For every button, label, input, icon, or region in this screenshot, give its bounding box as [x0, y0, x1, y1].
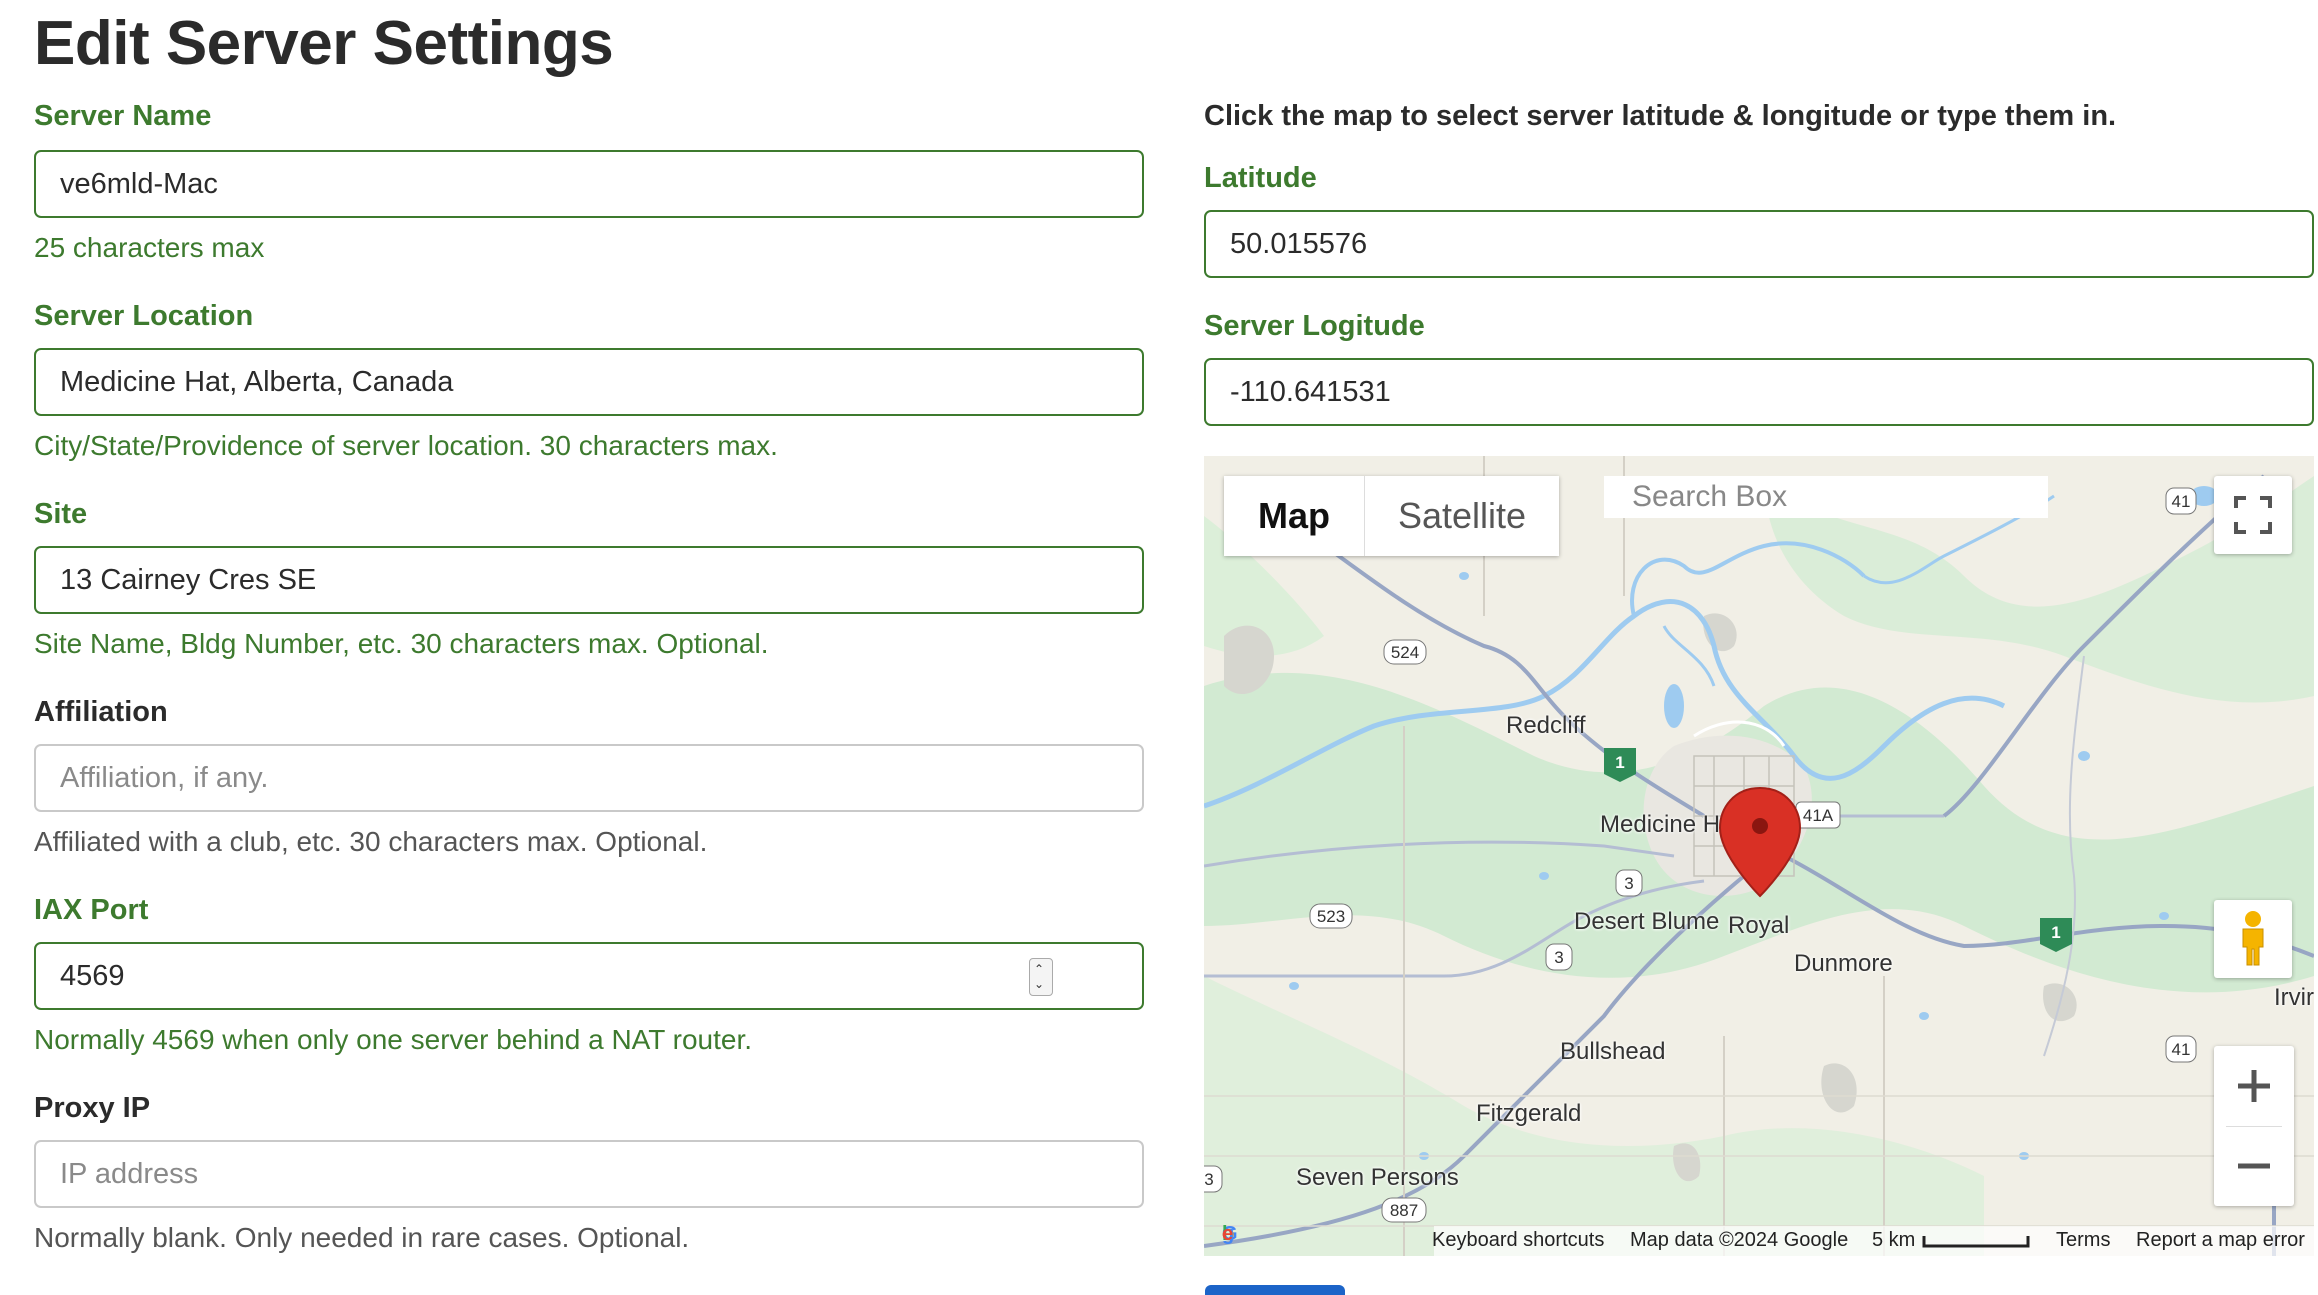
- server-name-input[interactable]: [34, 150, 1144, 218]
- svg-text:887: 887: [1390, 1201, 1418, 1220]
- map-type-map-button[interactable]: Map: [1224, 476, 1364, 556]
- plus-icon: [2238, 1070, 2270, 1102]
- server-location-label: Server Location: [34, 300, 254, 332]
- proxy-ip-label: Proxy IP: [34, 1092, 151, 1124]
- minus-icon: [2238, 1163, 2270, 1169]
- page-title: Edit Server Settings: [34, 9, 614, 78]
- trans-canada-1a-shield: 1: [1604, 748, 1636, 782]
- highway-524-shield: 524: [1383, 639, 1427, 665]
- map-footer: Google Keyboard shortcuts Map data ©2024…: [1204, 1222, 2314, 1256]
- server-location-input[interactable]: [34, 348, 1144, 416]
- highway-41-top-shield: 41: [2165, 487, 2197, 515]
- longitude-label: Server Logitude: [1204, 310, 1425, 342]
- map-instruction: Click the map to select server latitude …: [1204, 100, 2117, 132]
- keyboard-shortcuts-link[interactable]: Keyboard shortcuts: [1432, 1229, 1604, 1252]
- submit-button-partial[interactable]: [1205, 1285, 1345, 1295]
- highway-887-shield: 887: [1381, 1197, 1427, 1223]
- server-location-help: City/State/Providence of server location…: [34, 430, 778, 461]
- map-search-input[interactable]: [1604, 476, 2048, 518]
- stepper-up-icon[interactable]: ⌃: [1034, 963, 1044, 975]
- zoom-control: [2214, 1046, 2294, 1206]
- map-type-control: Map Satellite: [1224, 476, 1559, 556]
- longitude-input[interactable]: [1204, 358, 2314, 426]
- street-view-pegman-button[interactable]: [2214, 900, 2292, 978]
- svg-text:1: 1: [1615, 753, 1624, 772]
- latitude-label: Latitude: [1204, 162, 1317, 194]
- site-label: Site: [34, 498, 88, 530]
- highway-3b-shield: 3: [1545, 943, 1573, 971]
- latitude-input[interactable]: [1204, 210, 2314, 278]
- svg-text:1: 1: [2051, 923, 2060, 942]
- svg-text:41: 41: [2172, 1040, 2191, 1059]
- terms-link[interactable]: Terms: [2056, 1229, 2110, 1252]
- map-canvas[interactable]: Redcliff Medicine Hat Desert Blume Royal…: [1204, 456, 2314, 1256]
- highway-3a-shield: 3: [1615, 869, 1643, 897]
- pegman-icon: [2242, 911, 2264, 966]
- proxy-ip-input[interactable]: [34, 1140, 1144, 1208]
- server-name-help: 25 characters max: [34, 232, 265, 263]
- affiliation-help: Affiliated with a club, etc. 30 characte…: [34, 826, 708, 857]
- svg-text:41A: 41A: [1803, 806, 1834, 825]
- fullscreen-icon: [2234, 496, 2272, 534]
- highway-41a-shield: 41A: [1795, 801, 1841, 829]
- svg-text:3: 3: [1624, 874, 1633, 893]
- site-help: Site Name, Bldg Number, etc. 30 characte…: [34, 628, 769, 659]
- map-data-attribution: Map data ©2024 Google: [1630, 1229, 1849, 1251]
- fullscreen-button[interactable]: [2214, 476, 2292, 554]
- iax-port-help: Normally 4569 when only one server behin…: [34, 1024, 753, 1055]
- server-name-label: Server Name: [34, 100, 212, 132]
- affiliation-label: Affiliation: [34, 696, 168, 728]
- highway-3-edge-shield: 3: [1204, 1165, 1223, 1193]
- highway-41-bottom-shield: 41: [2165, 1035, 2197, 1063]
- highway-523-shield: 523: [1309, 903, 1353, 929]
- svg-text:524: 524: [1391, 643, 1419, 662]
- location-marker-icon: [1718, 786, 1802, 898]
- scale-bar: [1922, 1236, 2030, 1248]
- svg-text:41: 41: [2172, 492, 2191, 511]
- highway-shields: 524 523 41A 41 41 3 3 3 887 1 1: [1204, 487, 2197, 1223]
- zoom-in-button[interactable]: [2214, 1046, 2294, 1126]
- site-input[interactable]: [34, 546, 1144, 614]
- svg-text:523: 523: [1317, 907, 1345, 926]
- svg-text:3: 3: [1204, 1170, 1213, 1189]
- iax-port-input[interactable]: [34, 942, 1144, 1010]
- trans-canada-1b-shield: 1: [2040, 918, 2072, 952]
- svg-text:3: 3: [1554, 948, 1563, 967]
- iax-port-label: IAX Port: [34, 894, 149, 926]
- zoom-out-button[interactable]: [2214, 1126, 2294, 1206]
- port-stepper[interactable]: ⌃ ⌄: [1029, 958, 1053, 996]
- scale-label[interactable]: 5 km: [1872, 1229, 1915, 1252]
- report-map-error-link[interactable]: Report a map error: [2136, 1229, 2305, 1252]
- affiliation-input[interactable]: [34, 744, 1144, 812]
- map-type-satellite-button[interactable]: Satellite: [1364, 476, 1559, 556]
- proxy-ip-help: Normally blank. Only needed in rare case…: [34, 1222, 690, 1253]
- stepper-down-icon[interactable]: ⌄: [1034, 978, 1044, 990]
